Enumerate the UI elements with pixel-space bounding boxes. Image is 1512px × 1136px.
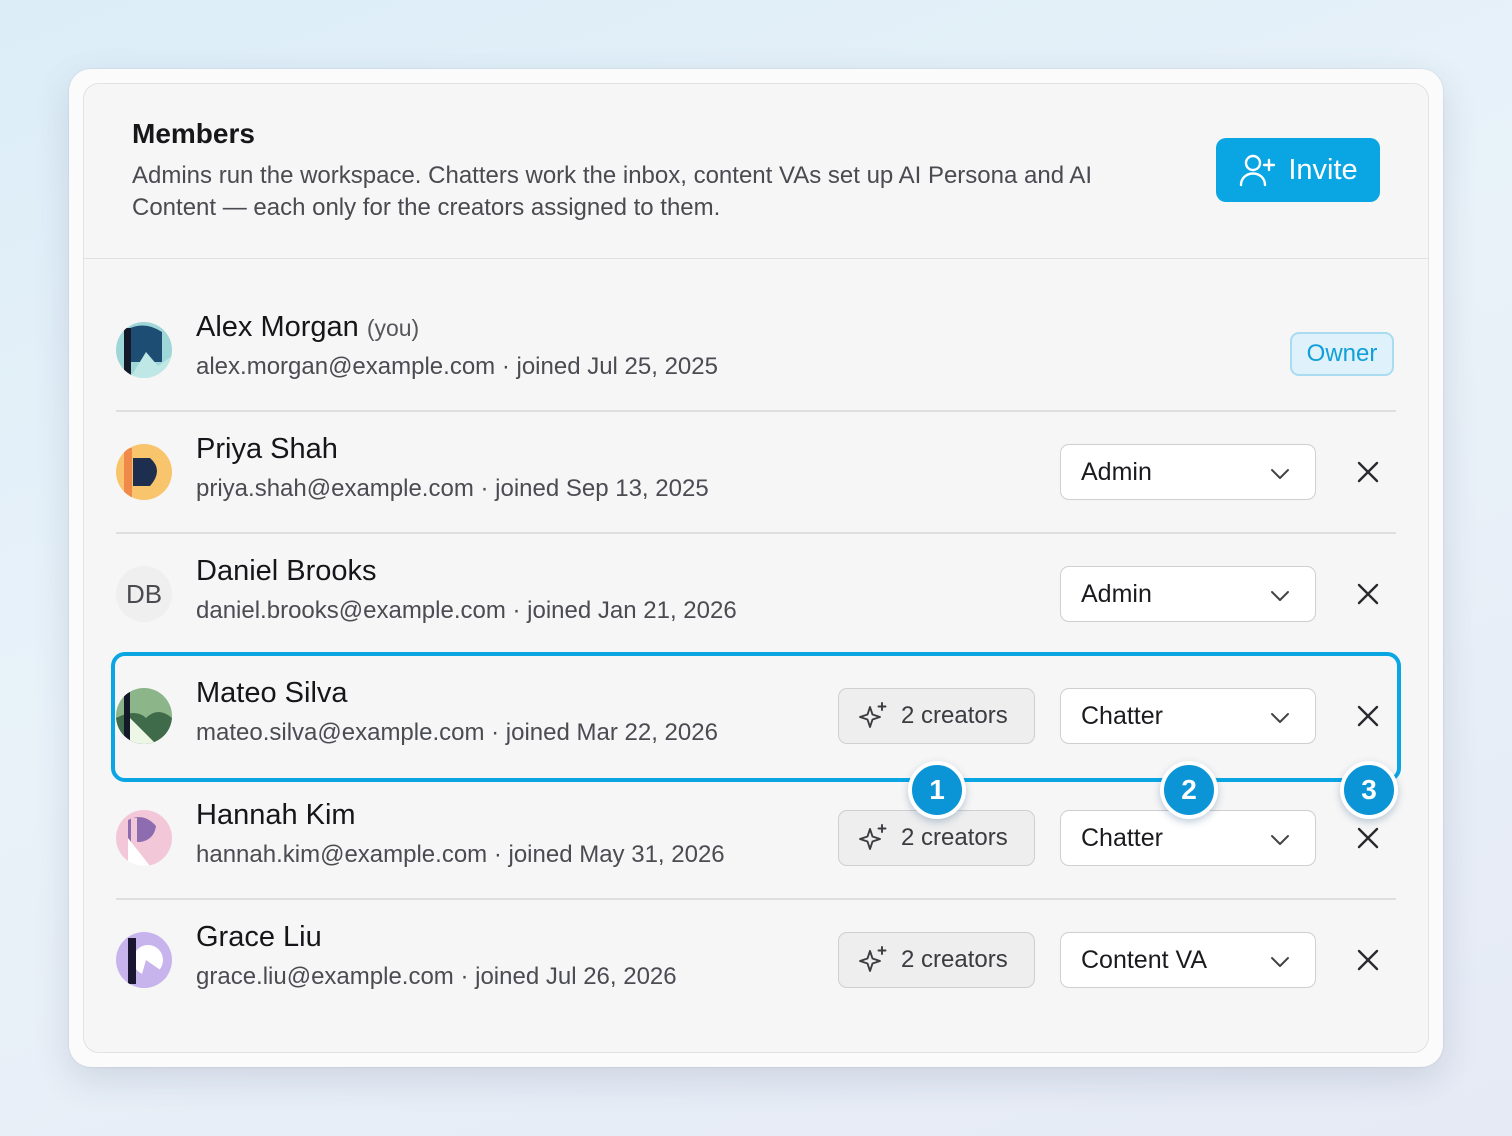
member-row: Alex Morgan (you) alex.morgan@example.com… xyxy=(116,289,1396,411)
member-name: Daniel Brooks xyxy=(196,555,377,587)
role-select[interactable]: Content VA xyxy=(1060,932,1316,988)
avatar xyxy=(116,932,172,988)
invite-button[interactable]: Invite xyxy=(1216,138,1380,202)
role-value: Content VA xyxy=(1081,945,1208,974)
close-icon xyxy=(1357,461,1379,483)
close-icon xyxy=(1357,705,1379,727)
avatar-image xyxy=(116,932,172,988)
role-value: Chatter xyxy=(1081,701,1163,730)
creators-count: 2 creators xyxy=(901,946,1008,973)
you-label: (you) xyxy=(366,315,420,341)
invite-label: Invite xyxy=(1288,153,1358,186)
member-meta: grace.liu@example.com · joined Jul 26, 2… xyxy=(196,963,677,990)
avatar: DB xyxy=(116,566,172,622)
member-meta: mateo.silva@example.com · joined Mar 22,… xyxy=(196,719,718,746)
role-select[interactable]: Admin xyxy=(1060,566,1316,622)
assigned-creators-button[interactable]: 2 creators xyxy=(838,932,1035,988)
creators-count: 2 creators xyxy=(901,824,1008,851)
sparkles-icon xyxy=(859,946,887,972)
remove-member-button[interactable] xyxy=(1354,946,1382,974)
callout-marker: 2 xyxy=(1160,761,1218,819)
member-name: Priya Shah xyxy=(196,433,338,465)
creators-count: 2 creators xyxy=(901,702,1008,729)
avatar-image xyxy=(116,444,172,500)
callout-marker: 1 xyxy=(908,761,966,819)
chevron-down-icon xyxy=(1271,469,1289,479)
chevron-down-icon xyxy=(1271,835,1289,845)
member-row: Grace Liu grace.liu@example.com · joined… xyxy=(116,899,1396,1021)
page-description: Admins run the workspace. Chatters work … xyxy=(132,162,1093,221)
member-name: Hannah Kim xyxy=(196,799,356,831)
member-row: DB Daniel Brooks daniel.brooks@example.c… xyxy=(116,533,1396,655)
avatar xyxy=(116,322,172,378)
remove-member-button[interactable] xyxy=(1354,824,1382,852)
avatar xyxy=(116,810,172,866)
page-title: Members xyxy=(132,118,255,149)
close-icon xyxy=(1357,583,1379,605)
chevron-down-icon xyxy=(1271,713,1289,723)
role-select[interactable]: Admin xyxy=(1060,444,1316,500)
chevron-down-icon xyxy=(1271,957,1289,967)
avatar-image xyxy=(116,810,172,866)
sparkles-icon xyxy=(859,824,887,850)
member-row: Priya Shah priya.shah@example.com · join… xyxy=(116,411,1396,533)
member-row: Mateo Silva mateo.silva@example.com · jo… xyxy=(116,655,1396,777)
avatar-image xyxy=(116,322,172,378)
remove-member-button[interactable] xyxy=(1354,458,1382,486)
user-plus-icon xyxy=(1240,154,1276,187)
close-icon xyxy=(1357,949,1379,971)
member-name: Grace Liu xyxy=(196,921,322,953)
close-icon xyxy=(1357,827,1379,849)
avatar-image xyxy=(116,688,172,744)
role-value: Admin xyxy=(1081,579,1152,608)
member-meta: daniel.brooks@example.com · joined Jan 2… xyxy=(196,597,737,624)
role-select[interactable]: Chatter xyxy=(1060,688,1316,744)
member-name: Mateo Silva xyxy=(196,677,348,709)
remove-member-button[interactable] xyxy=(1354,702,1382,730)
role-value: Chatter xyxy=(1081,823,1163,852)
callout-marker: 3 xyxy=(1340,761,1398,819)
avatar xyxy=(116,688,172,744)
role-value: Admin xyxy=(1081,457,1152,486)
member-meta: priya.shah@example.com · joined Sep 13, … xyxy=(196,475,709,502)
member-meta: alex.morgan@example.com · joined Jul 25,… xyxy=(196,353,718,380)
remove-member-button[interactable] xyxy=(1354,580,1382,608)
member-meta: hannah.kim@example.com · joined May 31, … xyxy=(196,841,725,868)
chevron-down-icon xyxy=(1271,591,1289,601)
owner-badge: Owner xyxy=(1290,332,1394,376)
members-header: Members Admins run the workspace. Chatte… xyxy=(84,84,1428,259)
avatar xyxy=(116,444,172,500)
sparkles-icon xyxy=(859,702,887,728)
assigned-creators-button[interactable]: 2 creators xyxy=(838,688,1035,744)
member-name: Alex Morgan (you) xyxy=(196,311,420,343)
